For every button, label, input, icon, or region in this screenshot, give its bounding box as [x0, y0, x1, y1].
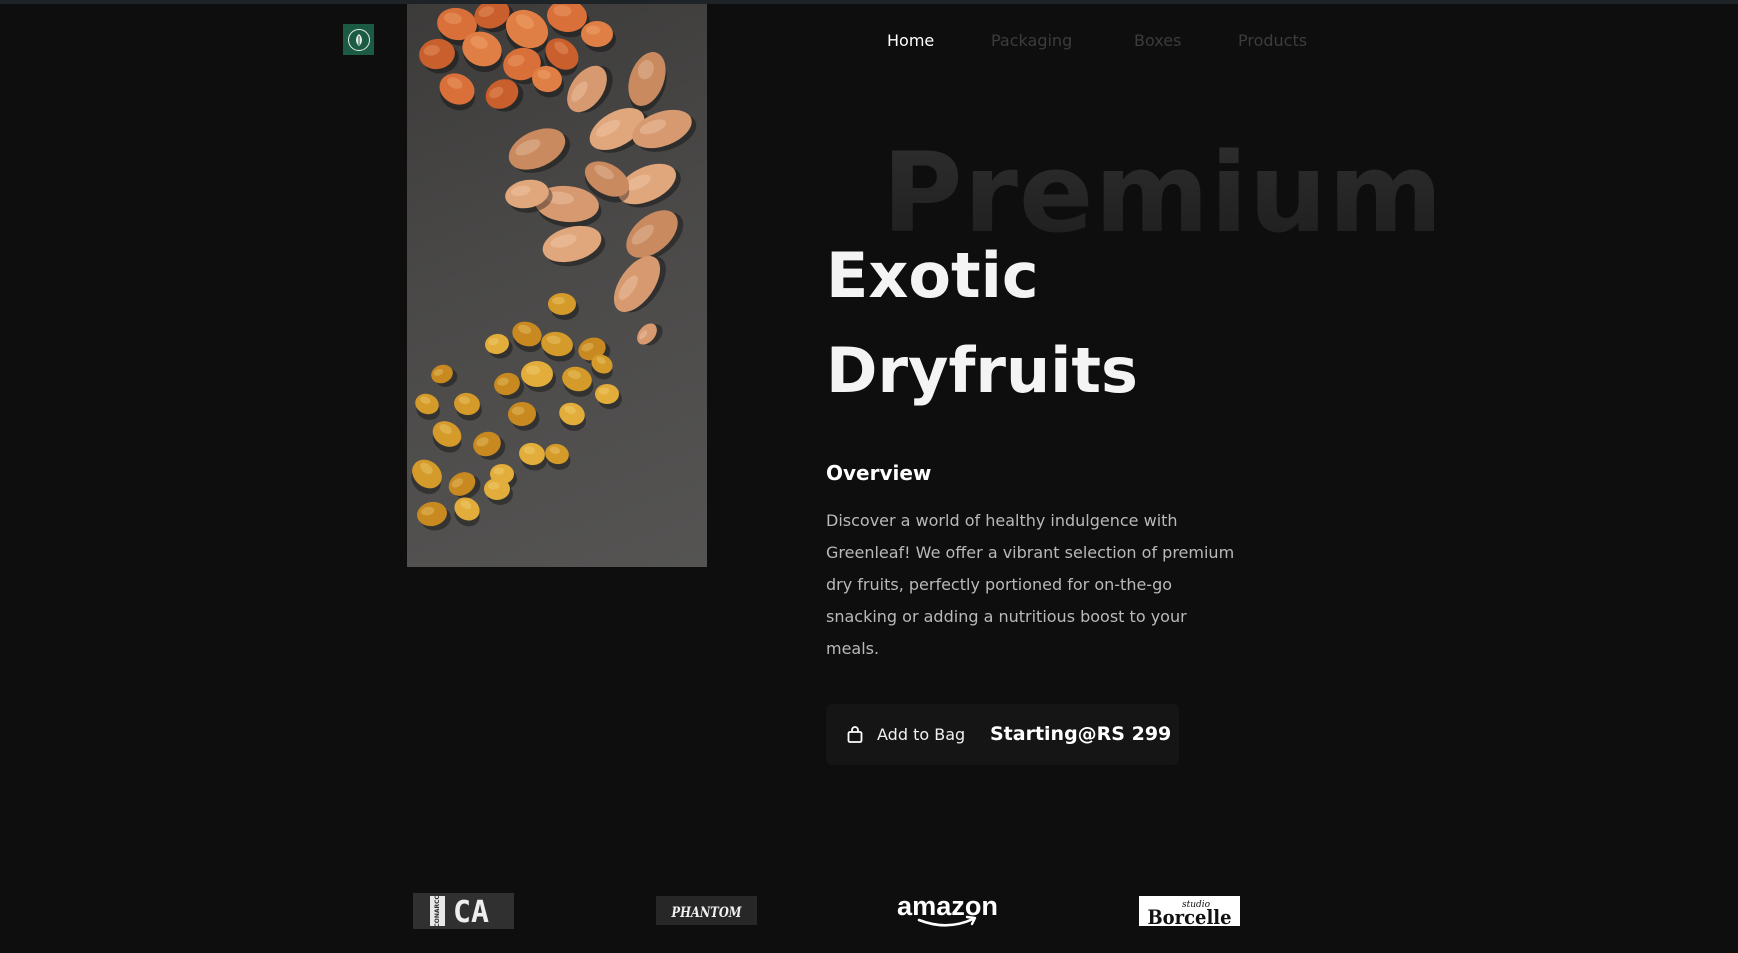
brand-name: Borcelle	[1148, 905, 1232, 929]
overview-heading: Overview	[826, 461, 932, 485]
brand-logo-phantom: PHANTOM	[656, 893, 757, 929]
nav-item-boxes[interactable]: Boxes	[1134, 30, 1181, 52]
hero-title-line-2: Dryfruits	[826, 334, 1138, 407]
brand-logo-borcelle: studio Borcelle	[1139, 893, 1240, 929]
nav-item-packaging[interactable]: Packaging	[991, 30, 1072, 52]
add-to-bag-button[interactable]: Add to Bag	[877, 704, 965, 765]
brand-name: PHANTOM	[671, 905, 742, 921]
price-label: Starting@RS 299	[990, 723, 1172, 745]
hero-title-line-1: Exotic	[826, 239, 1039, 312]
top-border	[0, 0, 1738, 4]
brand-logo-amazon: amazon	[897, 893, 998, 929]
nav-item-products[interactable]: Products	[1238, 30, 1307, 52]
add-to-bag-panel: Add to Bag Starting@RS 299	[826, 704, 1179, 765]
shopping-bag-icon[interactable]	[847, 726, 863, 743]
brand-logo-ca: CONARCO CA	[413, 893, 514, 929]
nav-item-home[interactable]: Home	[887, 30, 934, 52]
main-nav: Home Packaging Boxes Products	[0, 30, 1738, 52]
hero-dryfruits-image	[407, 4, 707, 567]
brand-name: CA	[453, 895, 489, 929]
brand-name: amazon	[897, 893, 998, 921]
overview-text: Discover a world of healthy indulgence w…	[826, 511, 1235, 658]
brand-small-text: CONARCO	[434, 894, 441, 927]
